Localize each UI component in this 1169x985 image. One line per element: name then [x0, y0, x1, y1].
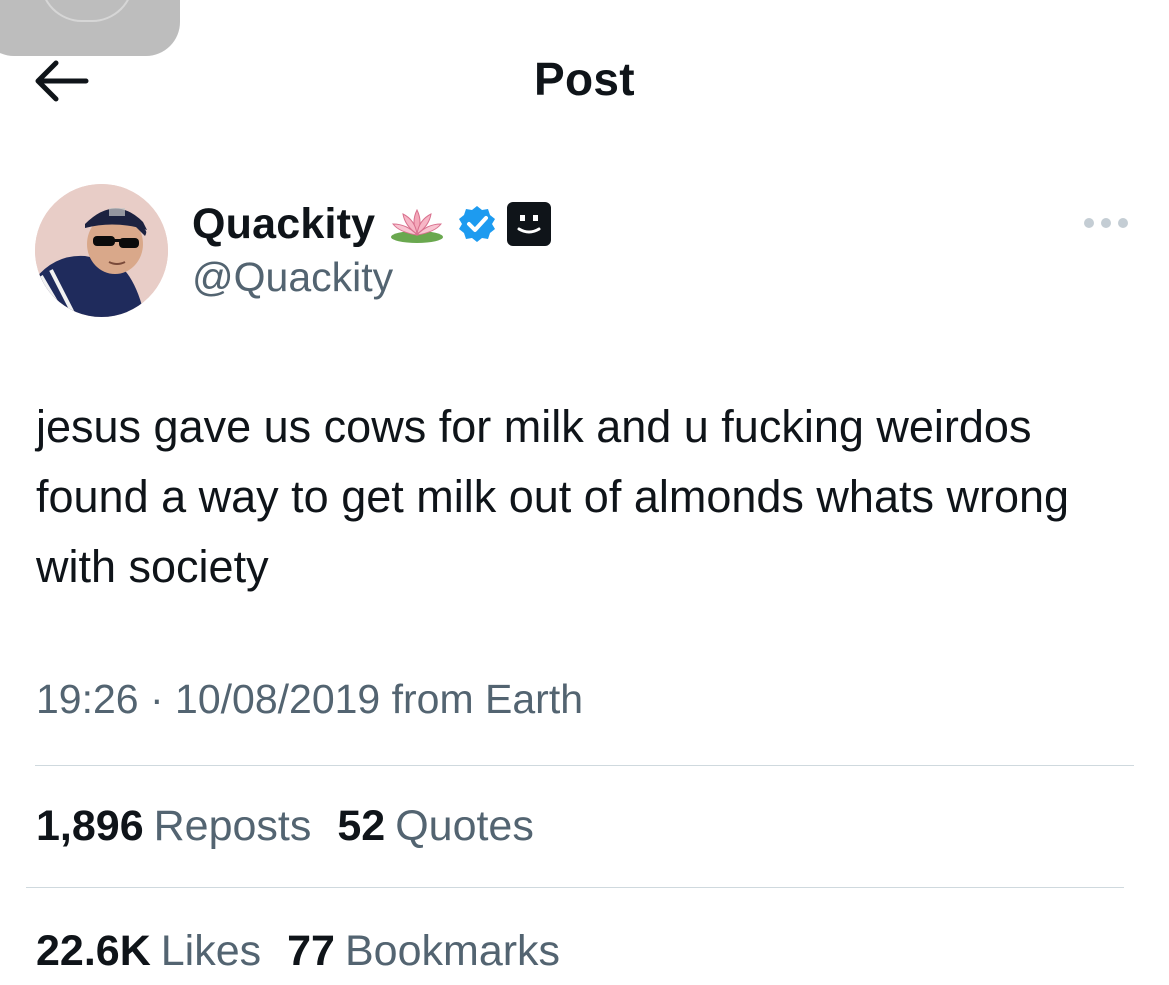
page-title: Post [534, 53, 635, 105]
automated-bot-icon[interactable] [506, 201, 552, 247]
engagement-stats-row: 22.6K Likes 77 Bookmarks [36, 921, 560, 981]
bookmarks-stat[interactable]: 77 Bookmarks [287, 927, 560, 976]
likes-stat[interactable]: 22.6K Likes [36, 927, 261, 976]
divider [26, 887, 1124, 888]
overlay-arc [40, 0, 134, 22]
quotes-count: 52 [337, 801, 386, 850]
quotes-stat[interactable]: 52 Quotes [337, 802, 533, 851]
bookmarks-label: Bookmarks [344, 926, 561, 975]
reposts-label: Reposts [153, 801, 312, 850]
lotus-icon [389, 204, 445, 244]
bookmarks-count: 77 [287, 926, 335, 975]
likes-label: Likes [160, 926, 262, 975]
tweet-timestamp[interactable]: 19:26 · 10/08/2019 from Earth [36, 676, 583, 723]
engagement-stats-row: 1,896 Reposts 52 Quotes [36, 796, 534, 856]
author-display-name[interactable]: Quackity [192, 200, 375, 249]
avatar[interactable] [35, 184, 168, 317]
author-handle[interactable]: @Quackity [192, 254, 393, 301]
verified-badge-icon[interactable] [457, 204, 497, 244]
divider [35, 765, 1134, 766]
status-overlay [0, 0, 180, 56]
quotes-label: Quotes [395, 801, 534, 850]
more-options-icon[interactable] [1080, 210, 1132, 236]
reposts-stat[interactable]: 1,896 Reposts [36, 802, 311, 851]
author-name-row: Quackity [192, 196, 552, 252]
reposts-count: 1,896 [36, 801, 144, 850]
likes-count: 22.6K [36, 926, 151, 975]
tweet-text: jesus gave us cows for milk and u fuckin… [36, 401, 1070, 592]
